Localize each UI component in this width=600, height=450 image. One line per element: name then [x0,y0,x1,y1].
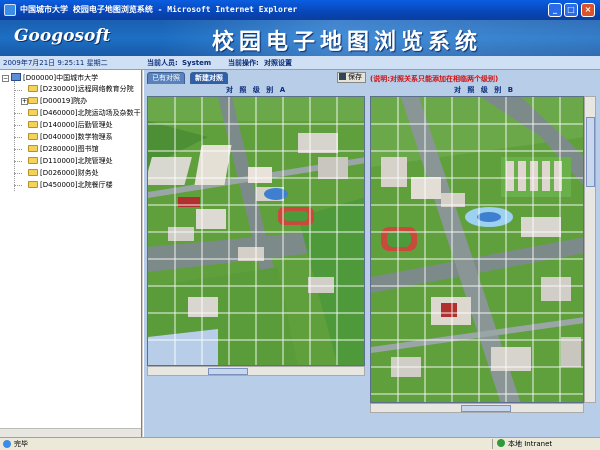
minimize-button[interactable]: _ [548,3,562,17]
expand-icon[interactable]: + [21,98,28,105]
save-button[interactable]: 保存 [337,72,366,83]
folder-icon [28,157,38,164]
user-value: System [182,59,212,67]
tree-item[interactable]: [D140000]后勤管理处 [28,120,113,131]
page-title: 校园电子地图浏览系统 [212,29,483,55]
tree-horizontal-scrollbar[interactable] [0,428,141,437]
folder-icon [28,181,38,188]
intranet-icon [497,439,505,447]
user-label: 当前人员: [147,59,178,67]
folder-icon [28,97,38,104]
header-banner: Googosoft 校园电子地图浏览系统 [0,20,600,56]
info-bar: 2009年7月21日 9:25:11 星期二 当前人员: System 当前操作… [0,56,600,70]
security-zone: 本地 Intranet [497,438,552,450]
page-icon [3,440,11,448]
tree-item[interactable]: [D230000]远程网络教育分院 [28,84,134,95]
instruction-note: (说明:对照关系只能添加在相临两个级别) [370,75,499,83]
department-tree: − [D00000]中国城市大学 [D230000]远程网络教育分院 + [D00… [0,70,142,437]
title-bar: 中国城市大学 校园电子地图浏览系统 - Microsoft Internet E… [0,0,600,20]
folder-icon [28,133,38,140]
folder-icon [28,85,38,92]
status-bar: 完毕 本地 Intranet [0,437,600,450]
level-a-label: 对 照 级 别 A [226,86,288,94]
level-b-label: 对 照 级 别 B [454,86,516,94]
logo: Googosoft [14,26,111,46]
map-a-horizontal-scrollbar[interactable] [147,366,365,376]
map-level-b[interactable] [370,96,584,403]
compare-panel: 已有对照 新建对照 保存 (说明:对照关系只能添加在相临两个级别) 对 照 级 … [143,70,600,437]
campus-map-a [148,97,364,365]
folder-icon [28,169,38,176]
ie-window: 中国城市大学 校园电子地图浏览系统 - Microsoft Internet E… [0,0,600,450]
folder-icon [28,145,38,152]
folder-icon [28,121,38,128]
tab-bar: 已有对照 新建对照 保存 (说明:对照关系只能添加在相临两个级别) [144,70,600,84]
tree-item[interactable]: [D026000]财务处 [28,168,99,179]
window-title: 中国城市大学 校园电子地图浏览系统 - Microsoft Internet E… [20,5,298,14]
operation-label: 当前操作: [228,59,259,67]
tree-item[interactable]: [D00019]院办 [28,96,87,107]
ie-icon [4,4,16,16]
tab-existing-compare[interactable]: 已有对照 [147,72,185,84]
save-icon [339,73,346,80]
maximize-button[interactable]: □ [564,3,578,17]
close-button[interactable]: × [581,3,595,17]
tree-item[interactable]: [D450000]北院餐厅楼 [28,180,113,191]
tree-item[interactable]: [D040000]数学物理系 [28,132,113,143]
map-level-a[interactable] [147,96,365,366]
tree-item[interactable]: [D110000]北院管理处 [28,156,113,167]
collapse-icon[interactable]: − [2,75,9,82]
computer-icon [11,73,21,81]
operation-value: 对照设置 [264,59,292,67]
map-b-horizontal-scrollbar[interactable] [370,403,584,413]
tab-new-compare[interactable]: 新建对照 [190,72,228,84]
campus-map-b [371,97,583,402]
tree-item[interactable]: [D280000]图书馆 [28,144,99,155]
datetime: 2009年7月21日 9:25:11 星期二 [3,59,108,67]
status-text: 完毕 [14,440,28,448]
tree-root[interactable]: − [D00000]中国城市大学 [2,73,98,84]
tree-item[interactable]: [D460000]北院运动场及杂数干系 [28,108,141,119]
map-b-vertical-scrollbar[interactable] [584,96,596,403]
folder-icon [28,109,38,116]
